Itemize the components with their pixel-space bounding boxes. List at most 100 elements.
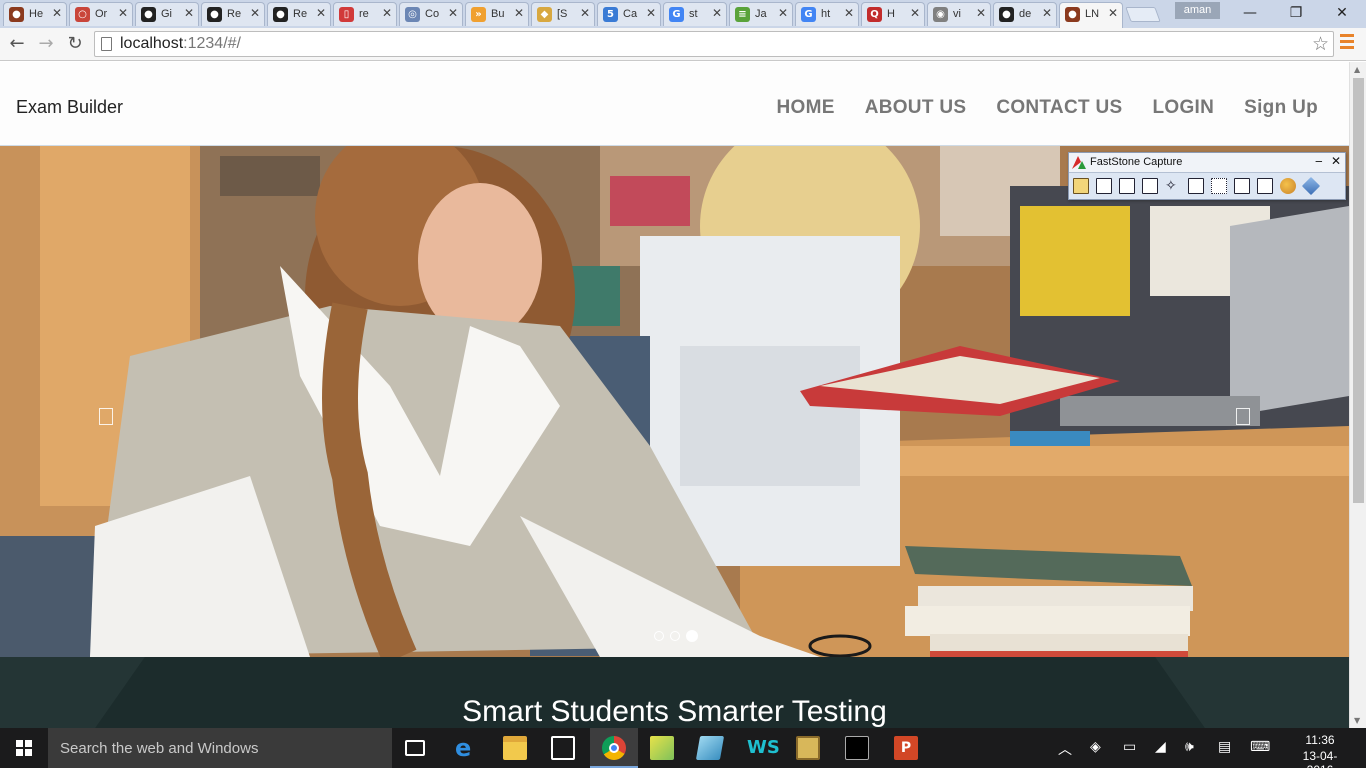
tab-close-icon[interactable]: ✕ [910,6,920,20]
site-brand[interactable]: Exam Builder [16,97,123,118]
rectangle-icon[interactable] [1142,178,1158,194]
tab-close-icon[interactable]: ✕ [250,6,260,20]
powerpoint-icon[interactable]: P [894,736,918,760]
dropbox-icon[interactable]: ◈ [1090,739,1101,755]
notification-icon[interactable]: ▤ [1218,739,1231,755]
faststone-close-button[interactable]: ✕ [1331,154,1341,168]
tab-close-icon[interactable]: ✕ [580,6,590,20]
tray-expand-icon[interactable]: ︿ [1058,739,1072,759]
tab-title: LN [1085,8,1100,20]
site-navbar: Exam Builder HOME ABOUT US CONTACT US LO… [0,62,1349,146]
tab-close-icon[interactable]: ✕ [712,6,722,20]
tab-close-icon[interactable]: ✕ [382,6,392,20]
cmd-icon[interactable] [845,736,869,760]
tab-close-icon[interactable]: ✕ [118,6,128,20]
browser-tab[interactable]: ● Re ✕ [201,2,265,26]
carousel-prev-button[interactable] [99,408,113,425]
tab-close-icon[interactable]: ✕ [778,6,788,20]
volume-icon[interactable]: 🕪 [1185,739,1194,755]
tab-close-icon[interactable]: ✕ [514,6,524,20]
faststone-title-bar[interactable]: FastStone Capture ‒ ✕ [1069,153,1345,173]
taskbar-search-box[interactable]: Search the web and Windows [48,728,392,768]
freehand-icon[interactable]: ✧ [1165,178,1181,194]
forward-button[interactable]: → [33,32,59,56]
task-view-icon[interactable] [405,740,425,756]
tab-close-icon[interactable]: ✕ [52,6,62,20]
keyboard-icon[interactable]: ⌨ [1250,739,1270,755]
folder-app-icon[interactable] [650,736,674,760]
tab-close-icon[interactable]: ✕ [316,6,326,20]
carousel-indicator[interactable] [686,630,698,642]
battery-icon[interactable]: ▭ [1123,739,1136,755]
webstorm-icon[interactable]: WS [747,736,780,760]
fixed-region-icon[interactable] [1234,178,1250,194]
browser-tab[interactable]: ○ Or ✕ [69,2,133,26]
tab-close-icon[interactable]: ✕ [976,6,986,20]
browser-tab[interactable]: Gst ✕ [663,2,727,26]
settings-icon[interactable] [1301,176,1321,196]
tab-close-icon[interactable]: ✕ [448,6,458,20]
browser-tab[interactable]: 5 Ca ✕ [597,2,661,26]
window-icon[interactable] [1096,178,1112,194]
nav-link-about-us[interactable]: ABOUT US [865,97,967,119]
faststone-capture-toolbar: FastStone Capture ‒ ✕ ✧ [1068,152,1346,200]
window-close-button[interactable]: ✕ [1319,3,1365,23]
nav-link-login[interactable]: LOGIN [1152,97,1214,119]
browser-tab[interactable]: ● LN ✕ [1059,2,1123,28]
url-text[interactable]: localhost:1234/#/ [120,35,241,53]
scrollbar-thumb[interactable] [1353,78,1364,503]
new-tab-button[interactable] [1125,7,1161,22]
file-explorer-icon[interactable] [503,736,527,760]
back-button[interactable]: ← [4,32,30,56]
nav-link-home[interactable]: HOME [776,97,834,119]
nav-link-sign-up[interactable]: Sign Up [1244,97,1318,119]
reload-button[interactable]: ↻ [62,32,88,56]
scroll-down-icon[interactable]: ▼ [1354,716,1360,725]
browser-tab[interactable]: ◎ Co ✕ [399,2,463,26]
tab-close-icon[interactable]: ✕ [184,6,194,20]
edge-icon[interactable]: e [455,736,479,760]
browser-tab[interactable]: ● He ✕ [3,2,67,26]
tab-close-icon[interactable]: ✕ [844,6,854,20]
address-bar[interactable]: localhost:1234/#/ ☆ [94,31,1334,57]
browser-tab[interactable]: ◉ vi ✕ [927,2,991,26]
window-maximize-button[interactable]: ❐ [1273,3,1319,23]
profile-button[interactable]: aman [1175,2,1220,19]
object-icon[interactable] [1119,178,1135,194]
browser-tab[interactable]: ● de ✕ [993,2,1057,26]
start-button[interactable] [0,728,48,768]
archive-icon[interactable] [796,736,820,760]
nav-link-contact-us[interactable]: CONTACT US [996,97,1122,119]
browser-tab[interactable]: ≡ Ja ✕ [729,2,793,26]
browser-tab[interactable]: Q H ✕ [861,2,925,26]
carousel-indicator[interactable] [654,631,664,641]
notepad-app-icon[interactable] [695,736,725,760]
video-icon[interactable] [1257,178,1273,194]
tab-close-icon[interactable]: ✕ [646,6,656,20]
browser-tab[interactable]: ◆ [S ✕ [531,2,595,26]
carousel-indicator[interactable] [670,631,680,641]
taskbar-clock-date[interactable]: 13-04-2016 [1290,749,1350,768]
bookmark-star-icon[interactable]: ☆ [1312,33,1329,55]
taskbar-clock-time[interactable]: 11:36 [1290,733,1350,747]
faststone-minimize-button[interactable]: ‒ [1315,154,1323,168]
store-icon[interactable] [551,736,575,760]
browser-tab[interactable]: » Bu ✕ [465,2,529,26]
open-icon[interactable] [1073,178,1089,194]
browser-tab[interactable]: Ght ✕ [795,2,859,26]
browser-tab[interactable]: ● Gi ✕ [135,2,199,26]
scroll-up-icon[interactable]: ▲ [1354,65,1360,74]
browser-tab[interactable]: ● Re ✕ [267,2,331,26]
wifi-icon[interactable]: ◢ [1155,739,1166,755]
fullscreen-icon[interactable] [1188,178,1204,194]
scrolling-icon[interactable] [1211,178,1227,194]
paint-icon[interactable] [1280,178,1296,194]
carousel-next-button[interactable] [1236,408,1250,425]
tab-close-icon[interactable]: ✕ [1108,6,1118,20]
window-minimize-button[interactable]: — [1227,3,1273,23]
browser-tab[interactable]: ▯ re ✕ [333,2,397,26]
chrome-icon[interactable] [602,736,626,760]
page-scrollbar[interactable]: ▲ ▼ [1349,62,1366,728]
tab-close-icon[interactable]: ✕ [1042,6,1052,20]
chrome-menu-icon[interactable] [1340,34,1354,54]
